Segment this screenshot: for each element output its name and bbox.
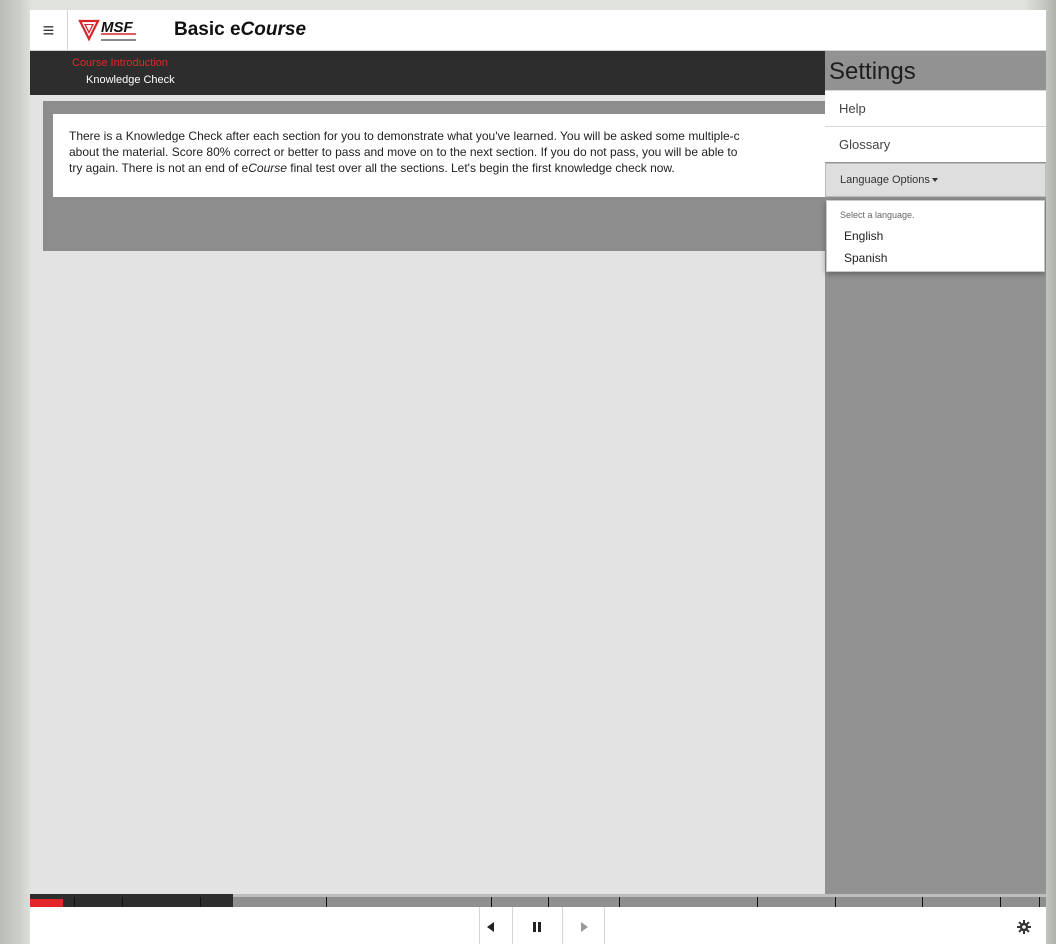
progress-tick (619, 897, 620, 907)
toolbar-divider (512, 907, 513, 944)
language-options-label: Language Options (840, 174, 930, 186)
pause-button[interactable] (521, 911, 553, 942)
pause-icon (533, 921, 541, 932)
previous-icon (487, 921, 494, 932)
caret-down-icon (931, 178, 938, 183)
hamburger-icon: ≡ (42, 19, 55, 42)
progress-tick (122, 897, 123, 907)
next-icon (581, 921, 588, 932)
settings-glossary[interactable]: Glossary (825, 126, 1046, 162)
breadcrumb-current-page: Knowledge Check (86, 74, 175, 86)
language-menu: Select a language. English Spanish (826, 200, 1045, 272)
breadcrumb-course[interactable]: Course Introduction (72, 57, 168, 69)
progress-tick (326, 897, 327, 907)
app-title: Basic eCourse (174, 19, 307, 40)
progress-tick (1039, 897, 1040, 907)
progress-tick (74, 897, 75, 907)
settings-help[interactable]: Help (825, 90, 1046, 126)
top-header: ≡ MSF Basic eCourse (30, 10, 1046, 51)
playback-toolbar (30, 907, 1046, 944)
menu-button[interactable]: ≡ (30, 10, 68, 51)
progress-tick (548, 897, 549, 907)
settings-panel: Settings Help Glossary Language Options … (825, 51, 1046, 894)
language-option-spanish[interactable]: Spanish (827, 247, 1044, 267)
language-option-english[interactable]: English (827, 225, 1044, 245)
msf-logo: MSF (78, 19, 136, 42)
settings-button[interactable] (1008, 911, 1040, 942)
toolbar-divider (562, 907, 563, 944)
progress-current (30, 899, 63, 907)
gear-icon (1017, 919, 1031, 934)
progress-tick (1000, 897, 1001, 907)
language-options-toggle[interactable]: Language Options (825, 163, 1046, 197)
toolbar-divider (604, 907, 605, 944)
progress-tick (757, 897, 758, 907)
progress-tick (491, 897, 492, 907)
progress-tick (922, 897, 923, 907)
progress-tick (835, 897, 836, 907)
progress-tick (200, 897, 201, 907)
course-progress-bar[interactable] (30, 894, 1046, 907)
language-menu-heading: Select a language. (840, 210, 915, 220)
settings-title: Settings (829, 58, 916, 85)
next-button[interactable] (568, 911, 600, 942)
course-player: ≡ MSF Basic eCourse Course Introduction … (30, 10, 1046, 944)
previous-button[interactable] (475, 911, 507, 942)
